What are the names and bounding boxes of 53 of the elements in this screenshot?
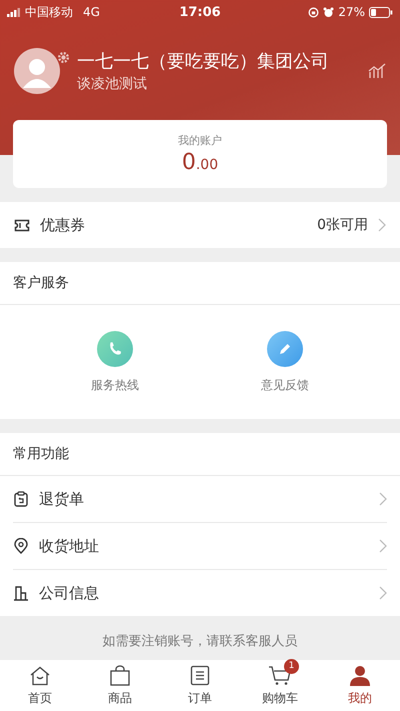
menu-item[interactable]: 退货单	[13, 476, 387, 523]
chevron-right-icon	[379, 586, 387, 600]
service-item[interactable]: 意见反馈	[235, 330, 335, 394]
chart-icon[interactable]	[368, 63, 386, 79]
tab-item[interactable]: 我的	[320, 660, 400, 711]
tab-item[interactable]: 商品	[80, 660, 160, 711]
user-name: 谈凌池测试	[77, 75, 148, 93]
carrier-name: 中国移动	[25, 4, 73, 20]
tab-item[interactable]: 1 购物车	[240, 660, 320, 711]
service-label: 服务热线	[91, 376, 139, 394]
coupon-row[interactable]: 优惠券 0张可用	[0, 202, 400, 248]
chevron-right-icon	[379, 539, 387, 553]
notice-text: 如需要注销账号，请联系客服人员	[102, 633, 298, 650]
battery-percent: 27%	[338, 5, 366, 19]
menu-label: 公司信息	[39, 584, 100, 602]
ticket-icon	[14, 218, 30, 232]
chevron-right-icon	[378, 218, 386, 232]
section-title: 客户服务	[13, 274, 69, 292]
building-icon	[13, 585, 29, 601]
clipboard-icon	[13, 491, 29, 507]
settings-icon[interactable]	[57, 51, 70, 64]
tab-item[interactable]: 首页	[0, 660, 80, 711]
menu-label: 退货单	[39, 490, 85, 508]
account-amount-decimal: .00	[196, 157, 218, 173]
account-card[interactable]: 我的账户 0.00	[13, 120, 387, 188]
battery-icon	[369, 6, 394, 18]
service-label: 意见反馈	[261, 376, 309, 394]
account-amount: 0	[182, 150, 196, 175]
clock-time: 17:06	[179, 4, 221, 20]
document-icon	[190, 665, 210, 686]
location-pin-icon	[13, 538, 29, 554]
network-type: 4G	[83, 5, 100, 19]
account-label: 我的账户	[178, 133, 222, 148]
menu-item[interactable]: 公司信息	[13, 570, 387, 616]
chevron-right-icon	[379, 492, 387, 506]
rotation-lock-icon	[308, 6, 320, 18]
menu-label: 收货地址	[39, 536, 100, 556]
avatar-icon	[14, 48, 60, 94]
alarm-icon	[323, 6, 334, 18]
signal-icon	[7, 8, 21, 16]
pencil-icon	[267, 330, 303, 366]
coupon-label: 优惠券	[40, 216, 86, 234]
company-name: 一七一七（要吃要吃）集团公司	[77, 50, 330, 73]
service-item[interactable]: 服务热线	[65, 330, 165, 394]
section-title: 常用功能	[13, 445, 69, 463]
coupon-count: 0张可用	[317, 216, 368, 234]
house-icon	[29, 666, 51, 686]
menu-item[interactable]: 收货地址	[13, 523, 387, 570]
phone-icon	[97, 330, 133, 366]
tab-item[interactable]: 订单	[160, 660, 240, 711]
count-badge: 1	[284, 658, 299, 674]
person-icon	[349, 665, 371, 686]
shopping-bag-icon	[109, 665, 131, 686]
